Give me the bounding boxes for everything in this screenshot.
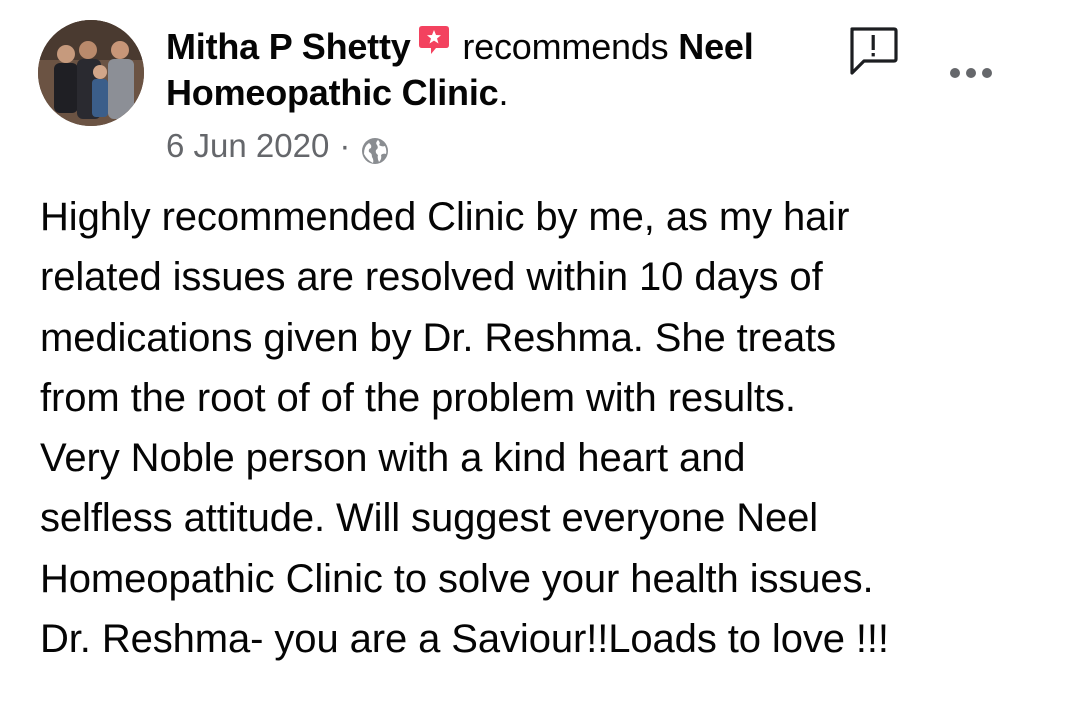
- globe-icon: [360, 133, 390, 164]
- post-date[interactable]: 6 Jun 2020: [166, 124, 329, 168]
- recommendation-post: Mitha P Shetty recommends Neel Homeopath…: [0, 0, 1080, 701]
- post-meta: 6 Jun 2020 ·: [166, 124, 390, 168]
- report-speech-bubble-icon[interactable]: [846, 24, 900, 78]
- more-options-icon[interactable]: [946, 62, 996, 84]
- avatar[interactable]: [38, 20, 144, 126]
- meta-separator: ·: [339, 127, 351, 164]
- author-name[interactable]: Mitha P Shetty: [166, 26, 411, 67]
- action-text: recommends: [462, 26, 669, 67]
- page-suffix: .: [498, 72, 509, 113]
- post-header: Mitha P Shetty recommends Neel Homeopath…: [166, 24, 816, 116]
- post-body-text: Highly recommended Clinic by me, as my h…: [40, 195, 889, 662]
- recommendation-flag-icon: [417, 22, 451, 56]
